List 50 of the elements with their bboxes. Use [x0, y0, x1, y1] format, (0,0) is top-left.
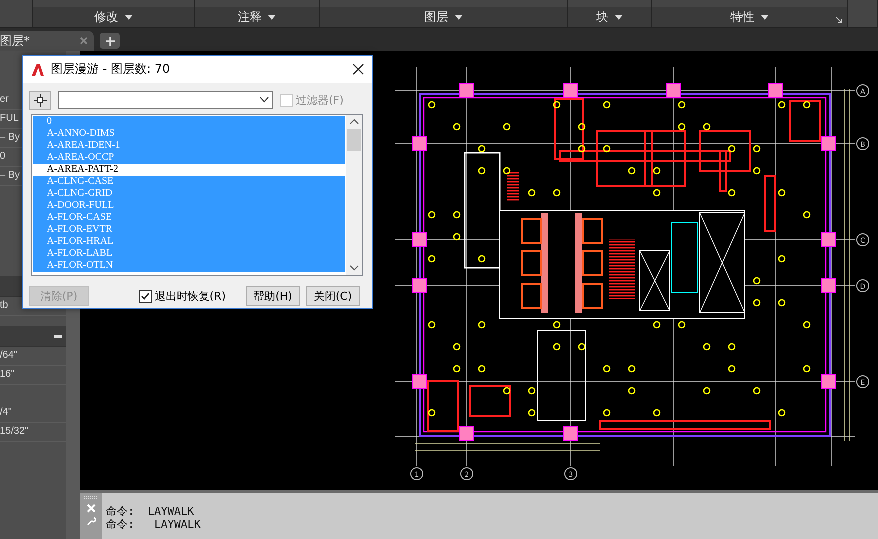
command-history-line: 命令: LAYWALK [106, 505, 196, 518]
filter-dropdown[interactable] [58, 91, 273, 109]
scroll-thumb[interactable] [347, 129, 361, 151]
layer-item[interactable]: A-FLOR-LABL [33, 248, 345, 260]
tab-label: 图层* [0, 32, 30, 50]
layer-item[interactable]: A-DOOR-FULL [33, 200, 345, 212]
caret-icon [614, 14, 622, 20]
caret-icon [760, 14, 768, 20]
new-tab-button[interactable] [100, 33, 120, 49]
scrollbar[interactable] [346, 115, 362, 275]
caret-icon [268, 14, 276, 20]
property-value: /64" [0, 347, 66, 366]
ribbon-panel-title[interactable]: 图层 [320, 7, 567, 27]
dialog-button[interactable]: 帮助(H) [246, 286, 300, 306]
check-icon [140, 292, 150, 300]
ribbon-panel-title[interactable]: 块 [568, 7, 651, 27]
close-icon[interactable] [353, 64, 364, 75]
grip-icon[interactable] [84, 496, 98, 500]
document-tab[interactable]: 图层* [0, 31, 94, 51]
dialog-button[interactable]: 关闭(C) [306, 286, 360, 306]
ribbon-panel-title[interactable]: 注释 [195, 7, 319, 27]
layer-item[interactable]: A-AREA-OCCP [33, 152, 345, 164]
layer-item[interactable]: A-FLOR-OTLN [33, 260, 345, 272]
app-logo-icon [31, 62, 45, 76]
wrench-icon[interactable] [86, 517, 96, 526]
layer-item[interactable]: A-FLOR-EVTR [33, 224, 345, 236]
caret-icon [124, 14, 132, 20]
dialog-title: 图层漫游 - 图层数: 70 [51, 61, 172, 78]
plus-icon [106, 36, 114, 46]
property-value: 15/32" [0, 423, 66, 442]
layer-item[interactable]: A-AREA-IDEN-1 [33, 140, 345, 152]
chevron-down-icon [260, 97, 269, 103]
property-value: 16" [0, 366, 66, 385]
layer-item[interactable]: A-FLOR-CASE [33, 212, 345, 224]
layer-item[interactable]: A-CLNG-CASE [33, 176, 345, 188]
caret-icon [454, 14, 462, 20]
command-history-line: 命令: LAYWALK [106, 518, 201, 531]
layer-item[interactable]: 0 [33, 116, 345, 128]
collapse-icon[interactable] [54, 334, 62, 338]
select-objects-button[interactable] [29, 90, 51, 110]
ribbon-panel-title[interactable]: 修改 [33, 7, 194, 27]
ribbon-panel-title[interactable]: 特性 [652, 7, 847, 27]
restore-on-exit-checkbox[interactable]: 退出时恢复(R) [138, 288, 226, 304]
layer-item[interactable]: A-CLNG-GRID [33, 188, 345, 200]
crosshair-icon [34, 94, 46, 106]
property-value: /4" [0, 404, 66, 423]
filter-checkbox[interactable]: 过滤器(F) [280, 92, 344, 108]
layer-item[interactable]: A-FLOR-HRAL [33, 236, 345, 248]
layer-item[interactable]: A-ANNO-DIMS [33, 128, 345, 140]
dialog-launcher-icon[interactable] [836, 17, 843, 24]
